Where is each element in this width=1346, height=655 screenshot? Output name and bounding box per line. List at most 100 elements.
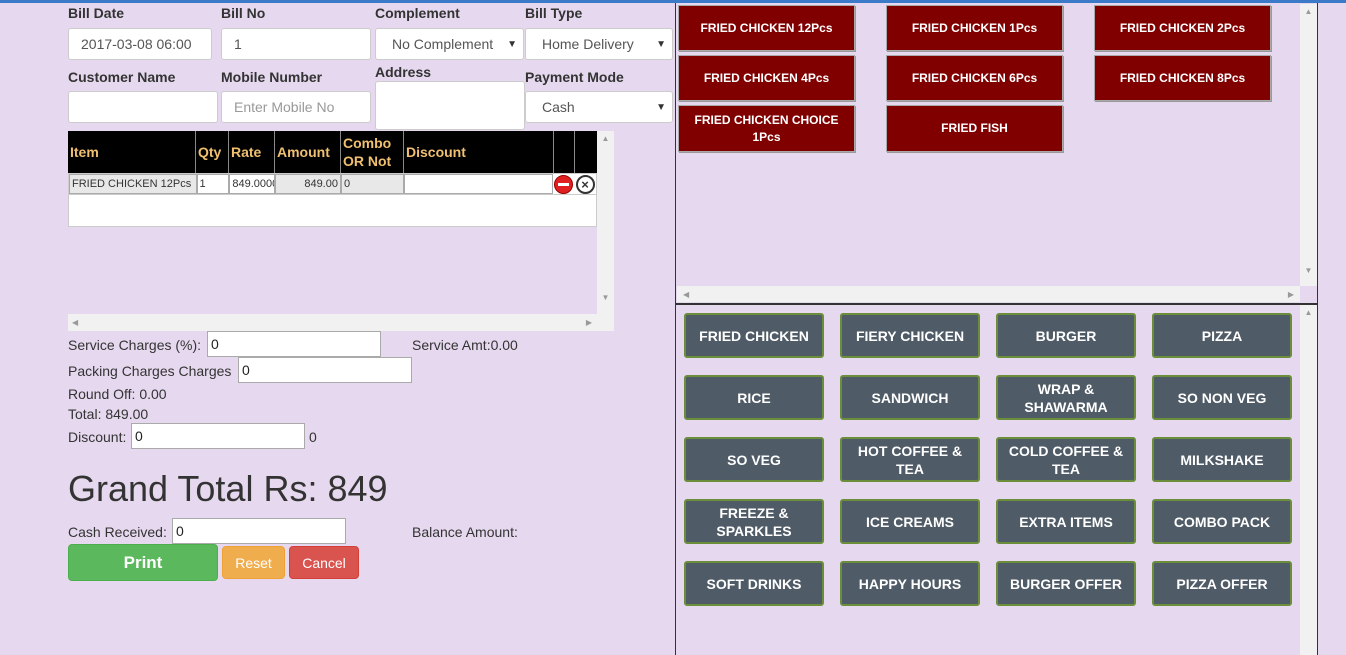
- customer-name-label: Customer Name: [68, 69, 176, 85]
- col-qty: Qty: [196, 131, 229, 173]
- round-off: Round Off: 0.00: [68, 386, 167, 402]
- category-button-extra-items[interactable]: EXTRA ITEMS: [996, 499, 1136, 544]
- payment-mode-select[interactable]: Cash ▼: [525, 91, 673, 123]
- payment-mode-value: Cash: [542, 99, 575, 115]
- row-delete-cell: ×: [574, 174, 596, 194]
- bill-date-input[interactable]: 2017-03-08 06:00: [68, 28, 212, 60]
- col-rate: Rate: [229, 131, 275, 173]
- packing-charges-value: 0: [242, 362, 250, 378]
- row-item[interactable]: FRIED CHICKEN 12Pcs: [69, 174, 197, 194]
- bill-date-value: 2017-03-08 06:00: [81, 36, 192, 52]
- total: Total: 849.00: [68, 406, 149, 422]
- scroll-right-icon[interactable]: ▶: [1288, 290, 1294, 299]
- categories-vertical-scrollbar[interactable]: ▲: [1300, 305, 1317, 655]
- item-button-fried-chicken-4pcs[interactable]: FRIED CHICKEN 4Pcs: [678, 55, 855, 101]
- discount-input[interactable]: 0: [131, 423, 305, 449]
- service-charges-input[interactable]: 0: [207, 331, 381, 357]
- row-amount: 849.00: [275, 174, 341, 194]
- category-button-so-non-veg[interactable]: SO NON VEG: [1152, 375, 1292, 420]
- category-button-fiery-chicken[interactable]: FIERY CHICKEN: [840, 313, 980, 358]
- bill-no-input[interactable]: 1: [221, 28, 371, 60]
- category-button-so-veg[interactable]: SO VEG: [684, 437, 824, 482]
- cash-received-value: 0: [176, 523, 184, 539]
- reset-button[interactable]: Reset: [222, 546, 285, 579]
- packing-charges-label: Packing Charges Charges: [68, 363, 232, 379]
- grid-horizontal-scrollbar[interactable]: ◀ ▶: [68, 314, 614, 331]
- scroll-left-icon[interactable]: ◀: [72, 318, 78, 327]
- category-button-burger-offer[interactable]: BURGER OFFER: [996, 561, 1136, 606]
- col-delete: [575, 131, 597, 173]
- item-button-fried-chicken-6pcs[interactable]: FRIED CHICKEN 6Pcs: [886, 55, 1063, 101]
- scroll-down-icon[interactable]: ▼: [1300, 266, 1317, 275]
- bill-no-value: 1: [234, 36, 242, 52]
- table-row: FRIED CHICKEN 12Pcs 1 849.0000 849.00 0 …: [68, 173, 597, 195]
- items-horizontal-scrollbar[interactable]: ◀ ▶: [677, 286, 1300, 302]
- category-button-burger[interactable]: BURGER: [996, 313, 1136, 358]
- mobile-placeholder: Enter Mobile No: [234, 99, 335, 115]
- item-button-fried-chicken-12pcs[interactable]: FRIED CHICKEN 12Pcs: [678, 5, 855, 51]
- grid-header: Item Qty Rate Amount Combo OR Not Discou…: [68, 131, 597, 173]
- item-button-fried-chicken-8pcs[interactable]: FRIED CHICKEN 8Pcs: [1094, 55, 1271, 101]
- category-button-freeze-sparkles[interactable]: FREEZE & SPARKLES: [684, 499, 824, 544]
- remove-icon[interactable]: [554, 174, 574, 194]
- col-discount: Discount: [404, 131, 554, 173]
- category-button-ice-creams[interactable]: ICE CREAMS: [840, 499, 980, 544]
- close-icon[interactable]: ×: [575, 174, 595, 194]
- discount-value: 0: [135, 428, 143, 444]
- category-button-sandwich[interactable]: SANDWICH: [840, 375, 980, 420]
- row-discount-input[interactable]: [403, 174, 554, 194]
- row-remove-cell: [553, 174, 574, 194]
- bill-no-label: Bill No: [221, 5, 266, 21]
- scroll-left-icon[interactable]: ◀: [683, 290, 689, 299]
- discount-label: Discount:: [68, 429, 127, 445]
- scroll-right-icon[interactable]: ▶: [586, 318, 592, 327]
- bill-items-grid: Item Qty Rate Amount Combo OR Not Discou…: [68, 131, 597, 227]
- customer-name-input[interactable]: [68, 91, 218, 123]
- category-button-soft-drinks[interactable]: SOFT DRINKS: [684, 561, 824, 606]
- mobile-label: Mobile Number: [221, 69, 323, 85]
- address-label: Address: [375, 64, 432, 80]
- col-remove: [554, 131, 575, 173]
- category-button-cold-coffee-tea[interactable]: COLD COFFEE & TEA: [996, 437, 1136, 482]
- item-button-fried-chicken-2pcs[interactable]: FRIED CHICKEN 2Pcs: [1094, 5, 1271, 51]
- complement-select[interactable]: No Complement ▼: [375, 28, 524, 60]
- caret-down-icon: ▼: [656, 38, 666, 50]
- bill-type-label: Bill Type: [525, 5, 583, 21]
- item-button-fried-chicken-1pcs[interactable]: FRIED CHICKEN 1Pcs: [886, 5, 1063, 51]
- category-button-fried-chicken[interactable]: FRIED CHICKEN: [684, 313, 824, 358]
- grid-vertical-scrollbar[interactable]: ▲ ▼: [597, 131, 614, 314]
- col-item: Item: [68, 131, 196, 173]
- cash-received-input[interactable]: 0: [172, 518, 346, 544]
- item-button-fried-chicken-choice-1pcs[interactable]: FRIED CHICKEN CHOICE 1Pcs: [678, 105, 855, 152]
- print-button[interactable]: Print: [68, 544, 218, 581]
- bill-type-select[interactable]: Home Delivery ▼: [525, 28, 673, 60]
- category-button-pizza[interactable]: PIZZA: [1152, 313, 1292, 358]
- item-button-fried-fish[interactable]: FRIED FISH: [886, 105, 1063, 152]
- category-button-pizza-offer[interactable]: PIZZA OFFER: [1152, 561, 1292, 606]
- scroll-up-icon[interactable]: ▲: [597, 134, 614, 143]
- category-button-hot-coffee-tea[interactable]: HOT COFFEE & TEA: [840, 437, 980, 482]
- col-amount: Amount: [275, 131, 341, 173]
- discount-result: 0: [309, 429, 317, 445]
- caret-down-icon: ▼: [656, 101, 666, 113]
- cancel-button[interactable]: Cancel: [289, 546, 359, 579]
- category-button-rice[interactable]: RICE: [684, 375, 824, 420]
- row-rate-input[interactable]: 849.0000: [229, 174, 276, 194]
- mobile-input[interactable]: Enter Mobile No: [221, 91, 371, 123]
- scroll-up-icon[interactable]: ▲: [1300, 308, 1317, 317]
- address-textarea[interactable]: [375, 81, 525, 130]
- packing-charges-input[interactable]: 0: [238, 357, 412, 383]
- items-vertical-scrollbar[interactable]: ▲ ▼: [1300, 4, 1317, 286]
- category-button-milkshake[interactable]: MILKSHAKE: [1152, 437, 1292, 482]
- scroll-down-icon[interactable]: ▼: [597, 293, 614, 302]
- scroll-up-icon[interactable]: ▲: [1300, 7, 1317, 16]
- complement-label: Complement: [375, 5, 460, 21]
- row-qty-input[interactable]: 1: [196, 174, 230, 194]
- service-charges-value: 0: [211, 336, 219, 352]
- bill-date-label: Bill Date: [68, 5, 125, 21]
- category-button-combo-pack[interactable]: COMBO PACK: [1152, 499, 1292, 544]
- category-button-wrap-shawarma[interactable]: WRAP & SHAWARMA: [996, 375, 1136, 420]
- row-combo: 0: [340, 174, 404, 194]
- category-button-happy-hours[interactable]: HAPPY HOURS: [840, 561, 980, 606]
- payment-mode-label: Payment Mode: [525, 69, 624, 85]
